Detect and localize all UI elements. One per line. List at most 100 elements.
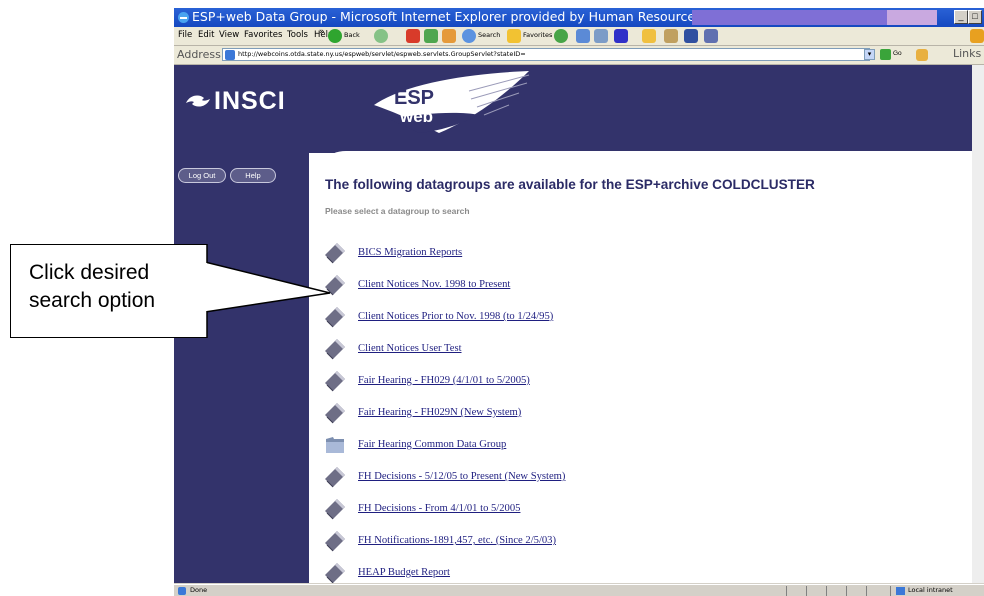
research-icon[interactable]: [704, 29, 718, 43]
datagroup-item[interactable]: FH Decisions - 5/12/05 to Present (New S…: [324, 464, 844, 496]
tools-icon[interactable]: [664, 29, 678, 43]
address-url[interactable]: http://webcoins.otda.state.ny.us/espweb/…: [238, 50, 526, 58]
address-label: Address: [177, 48, 221, 61]
security-zone-text: Local intranet: [908, 586, 953, 594]
status-divider: [846, 586, 847, 596]
status-divider: [806, 586, 807, 596]
esp-plus-text: +: [434, 82, 444, 99]
folder-icon: [326, 437, 344, 453]
menu-tools[interactable]: Tools: [287, 30, 308, 40]
datagroup-item[interactable]: HEAP Budget Report: [324, 560, 844, 583]
book-icon: [325, 371, 345, 392]
page-subtitle: Please select a datagroup to search: [325, 206, 470, 216]
datagroup-item[interactable]: Fair Hearing - FH029N (New System): [324, 400, 844, 432]
search-icon[interactable]: [462, 29, 476, 43]
folder-icon[interactable]: [642, 29, 656, 43]
datagroup-list: BICS Migration Reports Client Notices No…: [324, 240, 844, 583]
web-logo-text: web: [400, 107, 434, 126]
book-icon: [325, 307, 345, 328]
callout-line-2: search option: [29, 289, 156, 312]
status-divider: [866, 586, 867, 596]
insci-logo-text: INSCI: [214, 87, 286, 115]
help-button[interactable]: Help: [230, 168, 276, 183]
menu-favorites[interactable]: Favorites: [244, 30, 282, 40]
page-content: INSCI ESP + web Log Out Help The followi…: [174, 65, 984, 583]
links-label[interactable]: Links: [953, 47, 981, 60]
menu-file[interactable]: File: [178, 30, 192, 40]
book-icon: [325, 339, 345, 360]
stop-icon[interactable]: [406, 29, 420, 43]
status-divider: [890, 586, 891, 596]
print-icon[interactable]: [594, 29, 608, 43]
mail-icon[interactable]: [576, 29, 590, 43]
datagroup-item[interactable]: FH Notifications-1891,457, etc. (Since 2…: [324, 528, 844, 560]
minimize-button[interactable]: _: [954, 10, 968, 24]
favorites-star-icon[interactable]: [507, 29, 521, 43]
datagroup-link[interactable]: Client Notices Nov. 1998 to Present: [358, 279, 510, 290]
datagroup-link[interactable]: BICS Migration Reports: [358, 247, 462, 258]
datagroup-item[interactable]: Fair Hearing - FH029 (4/1/01 to 5/2005): [324, 368, 844, 400]
title-bar-fill-2: [887, 10, 937, 25]
datagroup-item[interactable]: Client Notices Prior to Nov. 1998 (to 1/…: [324, 304, 844, 336]
datagroup-link[interactable]: Fair Hearing - FH029N (New System): [358, 407, 521, 418]
status-divider: [786, 586, 787, 596]
datagroup-item[interactable]: FH Decisions - From 4/1/01 to 5/2005: [324, 496, 844, 528]
go-label[interactable]: Go: [893, 50, 902, 57]
callout-line-1: Click desired: [29, 261, 150, 284]
status-bar: Done Local intranet: [174, 584, 984, 596]
logout-button[interactable]: Log Out: [178, 168, 226, 183]
browser-window: ESP+web Data Group - Microsoft Internet …: [174, 8, 984, 596]
book-icon: [325, 499, 345, 520]
vertical-scrollbar[interactable]: [972, 65, 984, 583]
refresh-icon[interactable]: [424, 29, 438, 43]
datagroup-link[interactable]: Client Notices Prior to Nov. 1998 (to 1/…: [358, 311, 553, 322]
book-icon: [325, 531, 345, 552]
book-icon: [325, 563, 345, 583]
datagroup-item[interactable]: Client Notices Nov. 1998 to Present: [324, 272, 844, 304]
book-icon: [325, 243, 345, 264]
callout-box: Click desired search option: [10, 244, 207, 338]
history-icon[interactable]: [554, 29, 568, 43]
toolbar-extra-icon[interactable]: [916, 49, 928, 61]
book-icon: [325, 275, 345, 296]
address-dropdown-button[interactable]: ▾: [864, 49, 875, 60]
go-arrow-icon[interactable]: [880, 49, 891, 60]
book-icon: [325, 403, 345, 424]
back-arrow-icon[interactable]: [328, 29, 342, 43]
messenger-icon[interactable]: [684, 29, 698, 43]
maximize-button[interactable]: □: [968, 10, 982, 24]
windows-logo-icon: [970, 29, 984, 43]
datagroup-link[interactable]: FH Decisions - From 4/1/01 to 5/2005: [358, 503, 520, 514]
forward-arrow-icon[interactable]: [374, 29, 388, 43]
datagroup-item[interactable]: Client Notices User Test: [324, 336, 844, 368]
back-label[interactable]: Back: [344, 31, 360, 39]
datagroup-link[interactable]: FH Decisions - 5/12/05 to Present (New S…: [358, 471, 565, 482]
favorites-label[interactable]: Favorites: [523, 31, 552, 39]
menu-edit[interactable]: Edit: [198, 30, 214, 40]
datagroup-item[interactable]: Fair Hearing Common Data Group: [324, 432, 844, 464]
book-icon: [325, 467, 345, 488]
page-title: The following datagroups are available f…: [325, 177, 815, 192]
search-label[interactable]: Search: [478, 31, 500, 39]
edit-icon[interactable]: [614, 29, 628, 43]
home-icon[interactable]: [442, 29, 456, 43]
ie-icon: [178, 12, 189, 23]
address-bar: Address http://webcoins.otda.state.ny.us…: [174, 46, 984, 65]
title-bar: ESP+web Data Group - Microsoft Internet …: [174, 8, 984, 27]
status-text: Done: [190, 586, 208, 594]
page-icon: [225, 50, 235, 60]
datagroup-link[interactable]: Fair Hearing - FH029 (4/1/01 to 5/2005): [358, 375, 530, 386]
datagroup-link[interactable]: FH Notifications-1891,457, etc. (Since 2…: [358, 535, 556, 546]
datagroup-item[interactable]: BICS Migration Reports: [324, 240, 844, 272]
address-input[interactable]: http://webcoins.otda.state.ny.us/espweb/…: [222, 48, 870, 61]
datagroup-link[interactable]: Client Notices User Test: [358, 343, 462, 354]
menu-chevron[interactable]: »: [319, 27, 325, 37]
esp-swoosh-logo: [374, 71, 530, 133]
datagroup-link[interactable]: HEAP Budget Report: [358, 567, 450, 578]
status-divider: [826, 586, 827, 596]
page-done-icon: [178, 587, 186, 595]
intranet-zone-icon: [896, 587, 905, 595]
menu-view[interactable]: View: [219, 30, 239, 40]
callout-text: Click desired search option: [29, 259, 155, 315]
datagroup-link[interactable]: Fair Hearing Common Data Group: [358, 439, 506, 450]
